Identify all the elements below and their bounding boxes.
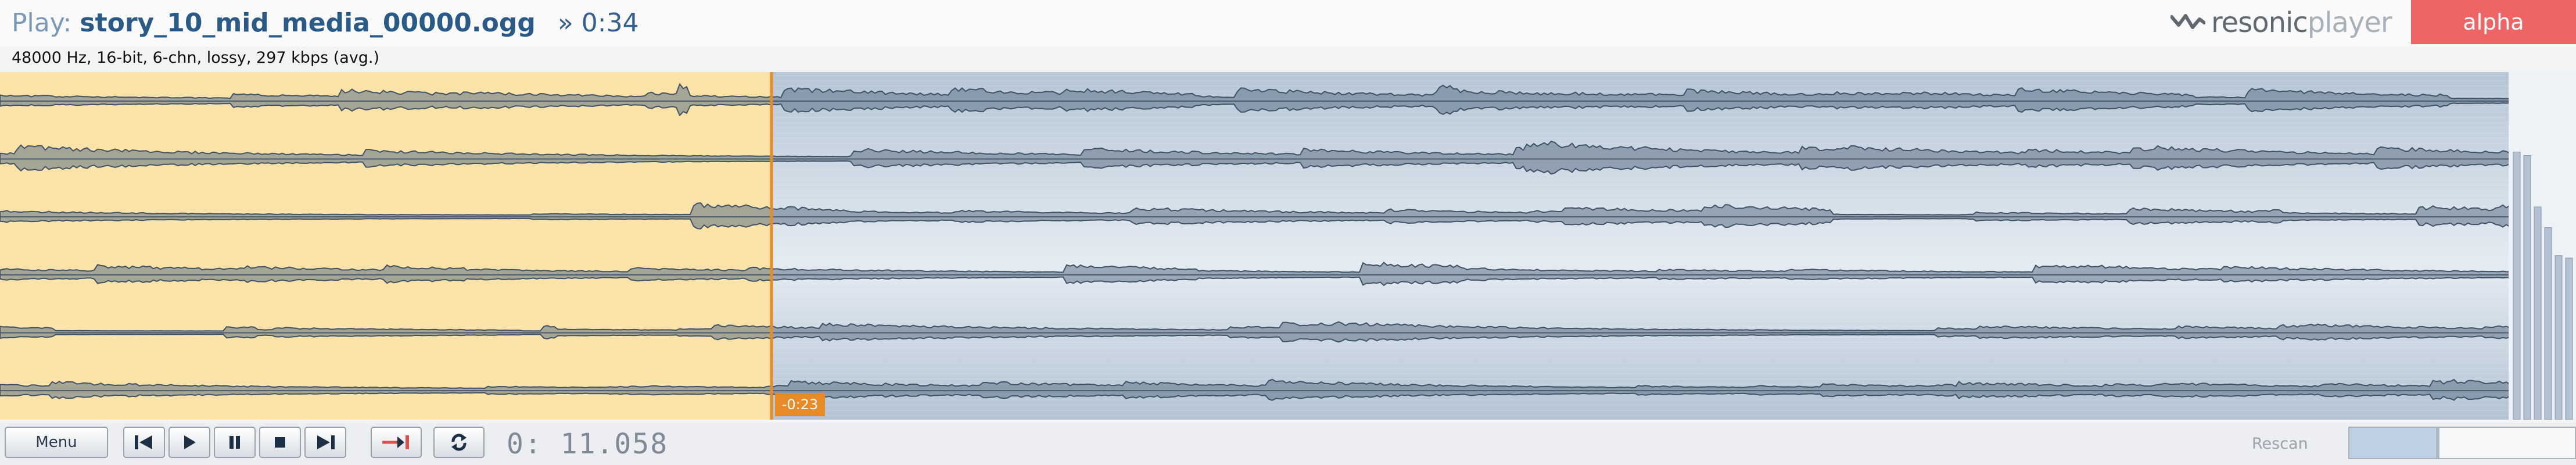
audio-info: 48000 Hz, 16-bit, 6-chn, lossy, 297 kbps…: [12, 49, 380, 67]
unplayed-region: [772, 72, 2516, 420]
pause-button[interactable]: [214, 427, 256, 458]
skip-back-button[interactable]: [123, 427, 165, 458]
resonic-logo: resonic player: [2170, 3, 2392, 42]
stop-icon: [275, 437, 285, 448]
play-icon: [184, 435, 196, 449]
level-meters: [2509, 72, 2576, 420]
duration: » 0:34: [557, 8, 639, 38]
cursor-time-label: -0:23: [782, 396, 819, 413]
rescan-slider[interactable]: [2348, 427, 2576, 459]
now-playing-title: Play: story_10_mid_media_00000.ogg » 0:3…: [12, 5, 639, 42]
level-meter-bars: [2513, 152, 2573, 420]
level-meter-channel-4: [2544, 227, 2552, 420]
level-meter-channel-3: [2534, 206, 2542, 420]
arrow-to-end-icon: [382, 435, 409, 449]
level-meter-channel-5: [2555, 255, 2563, 420]
skip-back-icon: [135, 435, 152, 449]
loop-button[interactable]: [433, 427, 485, 458]
loop-icon: [451, 434, 467, 451]
logo-text-sub: player: [2307, 6, 2392, 39]
level-meter-channel-1: [2513, 152, 2521, 420]
waveform-display[interactable]: -0:23: [0, 72, 2516, 420]
jump-to-end-button[interactable]: [371, 427, 422, 458]
rescan-slider-handle[interactable]: [2436, 428, 2440, 458]
wave-logo-icon: [2170, 14, 2205, 29]
header-bar: Play: story_10_mid_media_00000.ogg » 0:3…: [0, 0, 2576, 46]
play-label: Play:: [12, 8, 72, 38]
logo-text-main: resonic: [2211, 6, 2308, 39]
skip-forward-button[interactable]: [304, 427, 346, 458]
rescan-slider-fill: [2349, 428, 2440, 458]
alpha-badge[interactable]: alpha: [2411, 0, 2576, 44]
skip-forward-icon: [317, 435, 335, 449]
pause-icon: [229, 436, 240, 449]
played-region: [0, 72, 772, 420]
level-meter-channel-6: [2565, 257, 2573, 420]
play-button[interactable]: [168, 427, 210, 458]
menu-button[interactable]: Menu: [5, 427, 108, 458]
level-meter-channel-2: [2523, 155, 2531, 420]
rescan-label: Rescan: [2252, 435, 2308, 453]
file-name: story_10_mid_media_00000.ogg: [80, 8, 536, 38]
stop-button[interactable]: [259, 427, 301, 458]
time-display: 0: 11.058: [507, 428, 669, 460]
control-bar: Menu 0: 11.058 Rescan: [0, 423, 2576, 465]
